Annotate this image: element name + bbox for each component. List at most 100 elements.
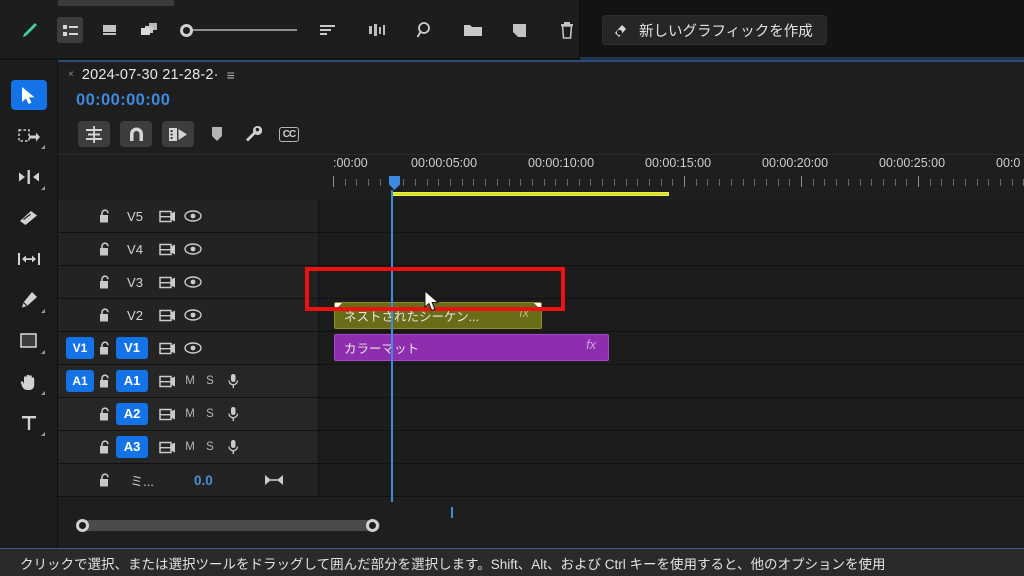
insert-overwrite-indicator-button[interactable]	[78, 121, 110, 147]
track-name-label[interactable]: A1	[116, 370, 148, 392]
sync-lock-icon[interactable]	[154, 441, 180, 454]
track-header-a2[interactable]: A2 M S	[58, 398, 318, 430]
solo-button[interactable]: S	[200, 408, 220, 420]
track-lane-a1[interactable]	[318, 365, 1024, 397]
panel-menu-icon[interactable]: ≡	[227, 67, 235, 83]
zoom-slider-track[interactable]	[192, 29, 297, 31]
track-name-label[interactable]: A2	[116, 403, 148, 425]
rectangle-tool[interactable]	[11, 326, 47, 356]
sort-icon[interactable]	[317, 18, 340, 42]
sync-lock-icon[interactable]	[154, 210, 180, 223]
list-view-icon[interactable]	[57, 17, 83, 43]
lock-icon[interactable]	[94, 307, 116, 323]
sync-lock-icon[interactable]	[154, 276, 180, 289]
horizontal-scrollbar[interactable]	[80, 520, 380, 531]
mute-button[interactable]: M	[180, 375, 200, 387]
source-patch-slot[interactable]	[66, 436, 94, 458]
track-name-label[interactable]: V3	[116, 275, 154, 290]
zoom-slider[interactable]	[179, 23, 297, 37]
captions-button[interactable]: CC	[276, 121, 302, 147]
source-patch-a1[interactable]: A1	[66, 370, 94, 392]
track-lane-v5[interactable]	[318, 200, 1024, 232]
lock-icon[interactable]	[94, 472, 116, 488]
mute-button[interactable]: M	[180, 408, 200, 420]
zoom-slider-knob[interactable]	[179, 23, 193, 37]
selection-tool[interactable]	[10, 80, 47, 110]
scrollbar-left-handle[interactable]	[76, 519, 89, 532]
eye-icon[interactable]	[180, 309, 206, 321]
track-header-v3[interactable]: V3	[58, 266, 318, 298]
microphone-icon[interactable]	[220, 406, 246, 422]
sync-lock-icon[interactable]	[154, 408, 180, 421]
new-graphic-button[interactable]: 新しいグラフィックを作成	[602, 15, 827, 45]
eye-icon[interactable]	[180, 276, 206, 288]
lock-icon[interactable]	[94, 340, 116, 356]
microphone-icon[interactable]	[220, 439, 246, 455]
playhead-line[interactable]	[391, 190, 393, 530]
timeline-ruler[interactable]: :00:00 00:00:05:00 00:00:10:00 00:00:15:00 0…	[58, 154, 1024, 200]
lock-icon[interactable]	[94, 274, 116, 290]
master-volume-value[interactable]: 0.0	[194, 473, 213, 488]
track-lane-a2[interactable]	[318, 398, 1024, 430]
sequence-tab-title[interactable]: 2024-07-30 21-28-2·	[82, 67, 219, 83]
type-tool[interactable]	[11, 408, 47, 438]
sync-lock-icon[interactable]	[154, 342, 180, 355]
eye-icon[interactable]	[180, 342, 206, 354]
linked-selection-button[interactable]	[162, 121, 194, 147]
snap-button[interactable]	[120, 121, 152, 147]
track-name-label[interactable]: A3	[116, 436, 148, 458]
track-header-a3[interactable]: A3 M S	[58, 431, 318, 463]
delete-icon[interactable]	[556, 18, 579, 42]
color-matte-clip[interactable]: カラーマット fx	[334, 334, 609, 361]
track-header-v4[interactable]: V4	[58, 233, 318, 265]
new-bin-icon[interactable]	[461, 18, 484, 42]
source-patch-button[interactable]: V1	[66, 337, 94, 359]
scrollbar-right-handle[interactable]	[366, 519, 379, 532]
add-marker-button[interactable]	[204, 121, 230, 147]
track-lane-v4[interactable]	[318, 233, 1024, 265]
sync-lock-icon[interactable]	[154, 375, 180, 388]
mute-button[interactable]: M	[180, 441, 200, 453]
close-icon[interactable]: ×	[68, 70, 74, 80]
solo-button[interactable]: S	[200, 375, 220, 387]
lock-icon[interactable]	[94, 241, 116, 257]
timeline-settings-button[interactable]	[240, 121, 266, 147]
pen-tool-icon[interactable]	[18, 18, 41, 42]
track-header-master[interactable]: ミ... 0.0	[58, 464, 318, 496]
track-header-v5[interactable]: V5	[58, 200, 318, 232]
master-track-name[interactable]: ミ...	[116, 471, 168, 490]
automate-to-sequence-icon[interactable]	[366, 18, 389, 42]
source-patch-slot[interactable]	[66, 205, 94, 227]
source-patch-button[interactable]: A1	[66, 370, 94, 392]
playhead-timecode[interactable]: 00:00:00:00	[58, 88, 1024, 114]
pan-icon[interactable]	[261, 474, 287, 486]
search-icon[interactable]	[413, 18, 436, 42]
lock-icon[interactable]	[94, 208, 116, 224]
source-patch-v1[interactable]: V1	[66, 337, 94, 359]
source-patch-slot[interactable]	[66, 271, 94, 293]
track-name-label[interactable]: V5	[116, 209, 154, 224]
sync-lock-icon[interactable]	[154, 309, 180, 322]
track-lane-a3[interactable]	[318, 431, 1024, 463]
hand-tool[interactable]	[11, 367, 47, 397]
track-header-v2[interactable]: V2	[58, 299, 318, 331]
eye-icon[interactable]	[180, 243, 206, 255]
track-header-a1[interactable]: A1 A1 M S	[58, 365, 318, 397]
lock-icon[interactable]	[94, 373, 116, 389]
slip-tool[interactable]	[11, 244, 47, 274]
track-header-v1[interactable]: V1 V1	[58, 332, 318, 364]
lock-icon[interactable]	[94, 406, 116, 422]
icon-view-icon[interactable]	[99, 18, 122, 42]
lock-icon[interactable]	[94, 439, 116, 455]
microphone-icon[interactable]	[220, 373, 246, 389]
solo-button[interactable]: S	[200, 441, 220, 453]
pen-tool[interactable]	[11, 285, 47, 315]
track-name-label[interactable]: V4	[116, 242, 154, 257]
razor-tool[interactable]	[11, 203, 47, 233]
eye-icon[interactable]	[180, 210, 206, 222]
track-name-label[interactable]: V1	[116, 337, 148, 359]
track-name-label[interactable]: V2	[116, 308, 154, 323]
ripple-edit-tool[interactable]	[11, 162, 47, 192]
new-item-icon[interactable]	[508, 18, 531, 42]
source-patch-slot[interactable]	[66, 403, 94, 425]
